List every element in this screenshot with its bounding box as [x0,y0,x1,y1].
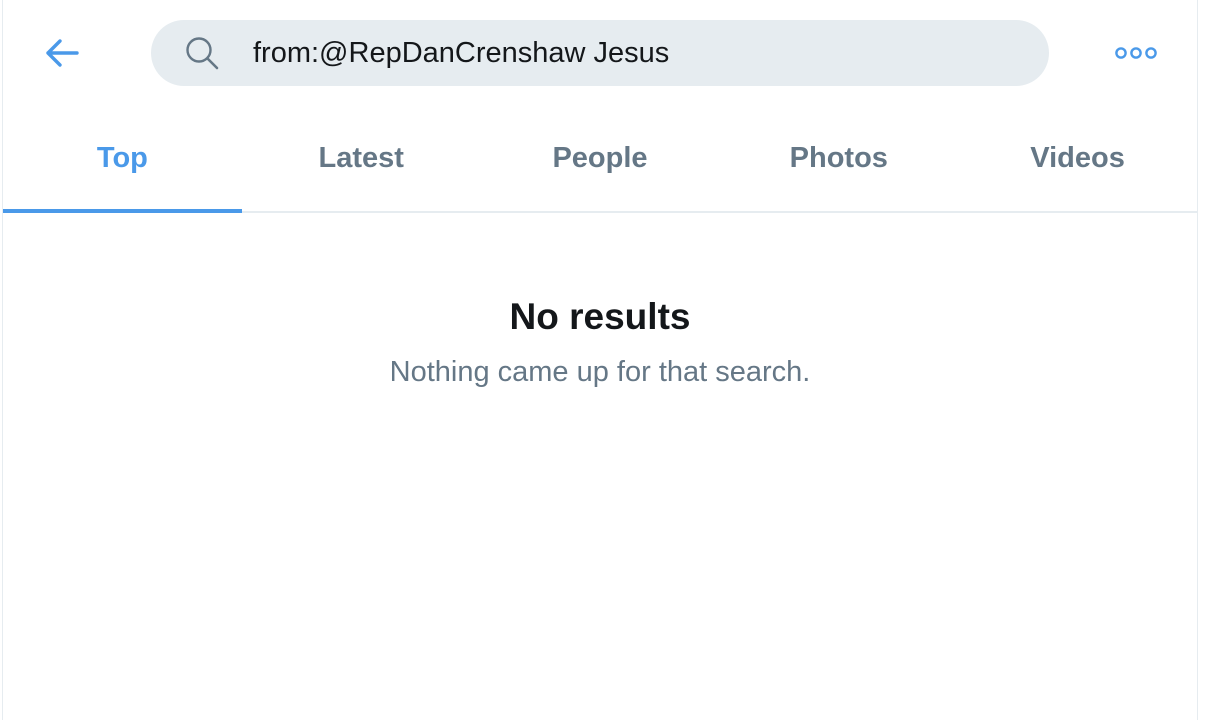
search-input[interactable] [253,20,1013,86]
tab-label: Photos [789,142,888,174]
search-results-panel: Top Latest People Photos Videos No resul… [2,0,1198,720]
search-icon [186,37,219,70]
tab-label: People [552,142,648,174]
empty-state: No results Nothing came up for that sear… [3,290,1197,392]
search-header [3,0,1197,106]
tab-people[interactable]: People [481,106,720,211]
search-box[interactable] [151,20,1049,86]
tab-photos[interactable]: Photos [719,106,958,211]
back-button[interactable] [37,28,87,78]
empty-state-message: Nothing came up for that search. [389,356,811,388]
tab-latest[interactable]: Latest [242,106,481,211]
more-options-icon [1115,47,1157,59]
tab-top[interactable]: Top [3,106,242,213]
tab-label: Latest [318,142,404,174]
arrow-left-icon [46,39,79,67]
empty-state-title: No results [509,296,691,337]
tab-label: Top [96,142,148,174]
more-options-button[interactable] [1107,30,1167,76]
tab-videos[interactable]: Videos [958,106,1197,211]
search-tabs: Top Latest People Photos Videos [3,106,1197,213]
tab-label: Videos [1030,142,1125,174]
